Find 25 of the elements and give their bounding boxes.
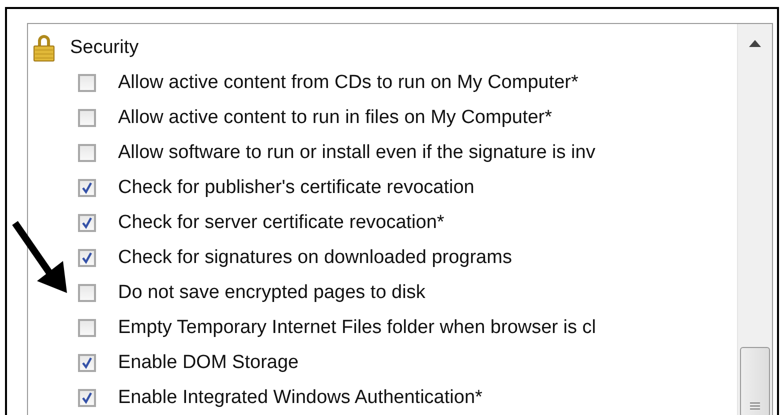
option-label[interactable]: Enable Integrated Windows Authentication* <box>118 386 482 408</box>
checkbox[interactable] <box>78 248 96 266</box>
group-label: Security <box>70 36 139 58</box>
checkbox[interactable] <box>78 74 96 92</box>
scroll-thumb[interactable] <box>740 347 770 415</box>
option-label[interactable]: Check for signatures on downloaded programs <box>118 246 512 268</box>
checkbox[interactable] <box>78 178 96 196</box>
option-label[interactable]: Empty Temporary Internet Files folder when browser is cl <box>118 316 596 338</box>
scroll-up-icon[interactable] <box>749 40 761 47</box>
checkbox[interactable] <box>78 144 96 162</box>
option-label[interactable]: Allow active content from CDs to run on My Computer* <box>118 72 578 94</box>
checkbox[interactable] <box>78 354 96 372</box>
checkbox[interactable] <box>78 214 96 232</box>
scrollbar[interactable] <box>737 24 772 415</box>
checkbox[interactable] <box>78 318 96 336</box>
checkbox[interactable] <box>78 108 96 126</box>
option-label[interactable]: Do not save encrypted pages to disk <box>118 282 426 304</box>
padlock-icon <box>33 34 55 62</box>
checkbox[interactable] <box>78 388 96 406</box>
option-label[interactable]: Allow active content to run in files on My Computer* <box>118 106 552 128</box>
option-label[interactable]: Check for server certificate revocation* <box>118 212 444 234</box>
checkbox[interactable] <box>78 284 96 302</box>
option-label[interactable]: Enable DOM Storage <box>118 352 299 374</box>
option-label[interactable]: Check for publisher's certificate revocation <box>118 176 474 198</box>
option-label[interactable]: Allow software to run or install even if the signature is inv <box>118 142 596 164</box>
